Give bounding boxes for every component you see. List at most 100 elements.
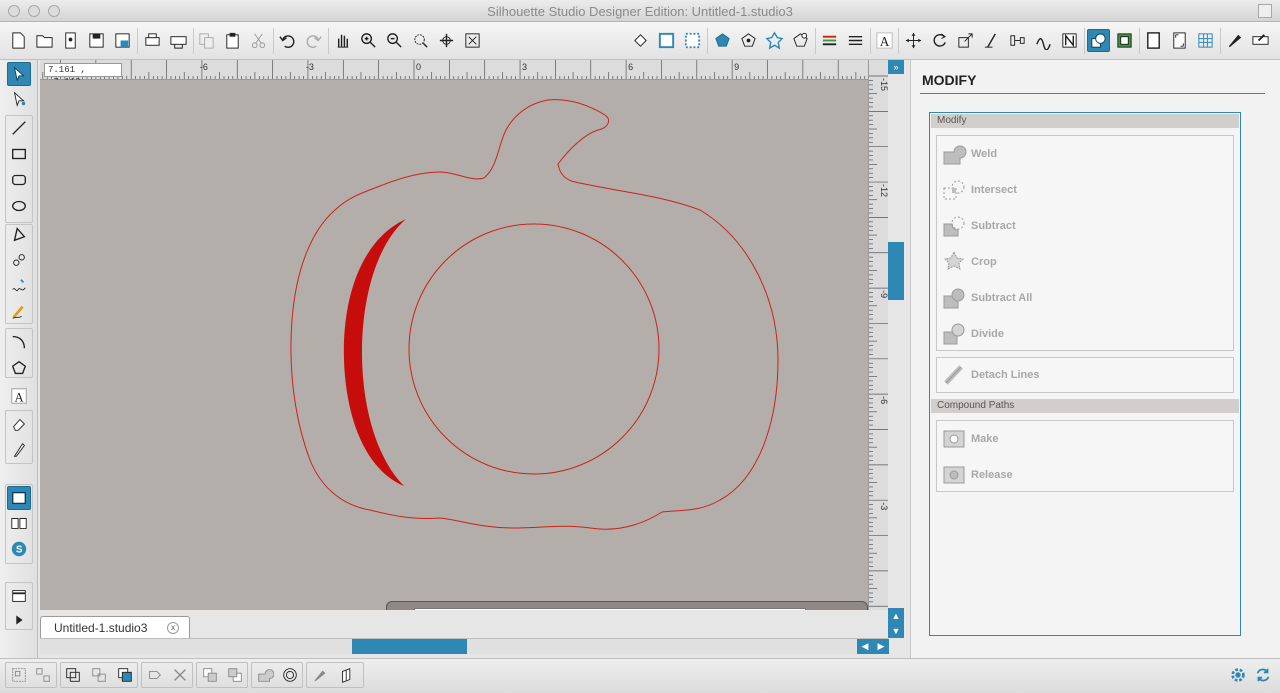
close-tab-icon[interactable]: x (167, 622, 179, 634)
copy-button[interactable] (195, 29, 218, 52)
registration-marks-button[interactable] (1168, 29, 1191, 52)
subtract-button[interactable]: Subtract (941, 212, 1229, 240)
line-tool[interactable] (7, 116, 31, 140)
polygon-tool[interactable] (7, 222, 31, 246)
ellipse-tool[interactable] (7, 194, 31, 218)
offset-panel-button[interactable] (1113, 29, 1136, 52)
save-button[interactable] (85, 29, 108, 52)
replicate-button[interactable] (763, 29, 786, 52)
offset-button[interactable] (711, 29, 734, 52)
duplicate-button[interactable] (114, 664, 136, 686)
replicate-panel-button[interactable] (1032, 29, 1055, 52)
rectangle-tool[interactable] (7, 142, 31, 166)
grid-button[interactable] (1194, 29, 1217, 52)
curve-tool[interactable] (7, 248, 31, 272)
nest-button[interactable] (1058, 29, 1081, 52)
show-panel-button[interactable] (7, 584, 31, 608)
zoom-selection-button[interactable] (409, 29, 432, 52)
move-button[interactable] (902, 29, 925, 52)
trace-quick-button[interactable] (309, 664, 331, 686)
scroll-up-button[interactable]: ▲ (888, 608, 904, 623)
release-compound-path-button[interactable] (88, 664, 110, 686)
paste-button[interactable] (221, 29, 244, 52)
eraser-tool[interactable] (7, 412, 31, 436)
regular-polygon-tool[interactable] (7, 356, 31, 380)
modify-button[interactable] (1087, 29, 1110, 52)
fit-to-page-button[interactable] (461, 29, 484, 52)
release-compound-button[interactable]: Release (941, 461, 1229, 489)
online-store-button[interactable]: S (7, 537, 31, 561)
group-button[interactable] (8, 664, 30, 686)
save-to-library-button[interactable] (111, 29, 134, 52)
offset-quick-button[interactable] (279, 664, 301, 686)
freehand-tool[interactable] (7, 274, 31, 298)
subtract-all-button[interactable]: Subtract All (941, 284, 1229, 312)
cut-settings-button[interactable] (1223, 29, 1246, 52)
new-document-button[interactable] (7, 29, 30, 52)
settings-button[interactable] (1227, 664, 1249, 686)
collapse-panel-button[interactable]: » (888, 60, 904, 74)
horizontal-scroll-thumb[interactable] (352, 639, 467, 654)
redo-button[interactable] (302, 29, 325, 52)
fullscreen-button[interactable] (1258, 4, 1272, 18)
point-edit-tool[interactable] (7, 87, 31, 111)
layers-button[interactable] (337, 664, 359, 686)
weld-button[interactable]: Weld (941, 140, 1229, 168)
pumpkin-circle[interactable] (408, 223, 660, 475)
zoom-out-button[interactable] (383, 29, 406, 52)
expand-button[interactable] (7, 608, 31, 632)
intersect-button[interactable]: Intersect (941, 176, 1229, 204)
mirror-button[interactable] (144, 664, 166, 686)
send-to-cutter-button[interactable] (167, 29, 190, 52)
pan-button[interactable] (331, 29, 354, 52)
shear-button[interactable] (980, 29, 1003, 52)
rounded-rectangle-tool[interactable] (7, 168, 31, 192)
detach-lines-button[interactable]: Detach Lines (941, 361, 1229, 389)
pumpkin-crescent[interactable] (343, 219, 406, 486)
scroll-left-button[interactable]: ◀ (857, 639, 873, 654)
fill-color-button[interactable] (629, 29, 652, 52)
sync-button[interactable] (1252, 664, 1274, 686)
smooth-freehand-tool[interactable] (7, 300, 31, 324)
print-button[interactable] (141, 29, 164, 52)
scroll-down-button[interactable]: ▼ (888, 623, 904, 638)
make-compound-path-button[interactable] (62, 664, 84, 686)
line-style-button[interactable] (844, 29, 867, 52)
quick-weld-button[interactable] (254, 664, 276, 686)
undo-button[interactable] (276, 29, 299, 52)
design-canvas[interactable] (40, 80, 868, 610)
library-view-button[interactable] (7, 511, 31, 535)
text-style-button[interactable]: A (873, 29, 896, 52)
text-tool[interactable]: A (7, 384, 31, 408)
knife-tool[interactable] (7, 438, 31, 462)
vertical-scrollbar[interactable] (888, 60, 904, 638)
delete-button[interactable] (169, 664, 191, 686)
crop-button[interactable]: Crop (941, 248, 1229, 276)
scroll-right-button[interactable]: ▶ (873, 639, 889, 654)
cut-button[interactable] (247, 29, 270, 52)
bring-forward-button[interactable] (199, 664, 221, 686)
divide-button[interactable]: Divide (941, 320, 1229, 348)
zoom-in-button[interactable] (357, 29, 380, 52)
library-button[interactable] (59, 29, 82, 52)
make-compound-button[interactable]: Make (941, 425, 1229, 453)
rotate-button[interactable] (928, 29, 951, 52)
scale-button[interactable] (954, 29, 977, 52)
vertical-scroll-thumb[interactable] (888, 242, 904, 300)
cut-style-button[interactable] (818, 29, 841, 52)
arc-tool[interactable] (7, 330, 31, 354)
zoom-drag-button[interactable] (435, 29, 458, 52)
edit-points-button[interactable] (789, 29, 812, 52)
open-button[interactable] (33, 29, 56, 52)
send-button[interactable] (1249, 29, 1272, 52)
align-button[interactable] (1006, 29, 1029, 52)
page-setup-button[interactable] (1142, 29, 1165, 52)
document-tab[interactable]: Untitled-1.studio3 x (40, 616, 190, 638)
ungroup-button[interactable] (32, 664, 54, 686)
fill-pattern-button[interactable] (681, 29, 704, 52)
select-tool[interactable] (7, 62, 31, 86)
design-view-button[interactable] (7, 486, 31, 510)
send-backward-button[interactable] (224, 664, 246, 686)
trace-button[interactable] (737, 29, 760, 52)
line-color-button[interactable] (655, 29, 678, 52)
